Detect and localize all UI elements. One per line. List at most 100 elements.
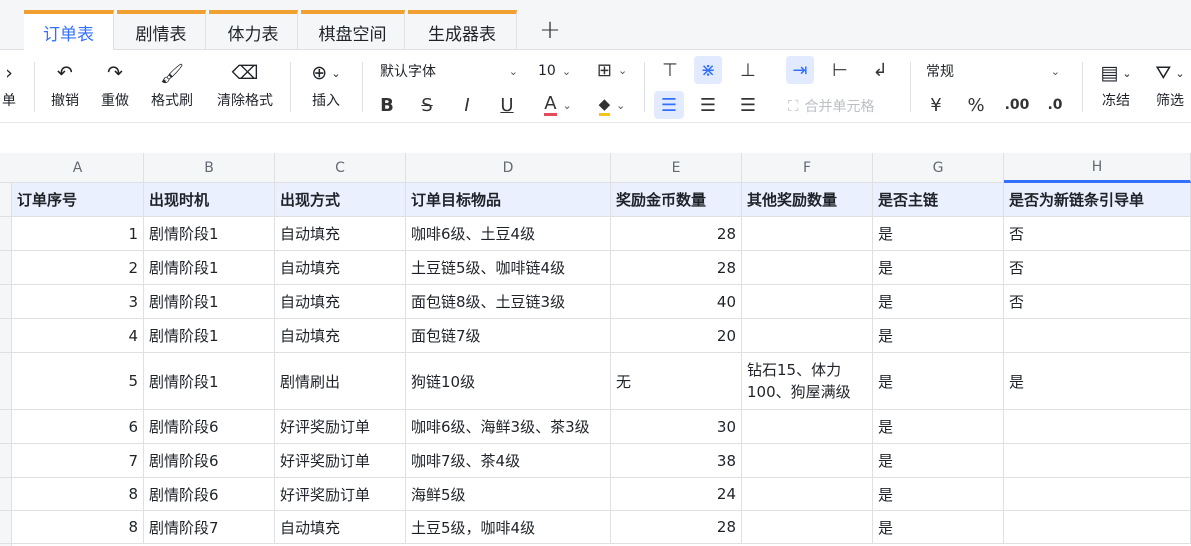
redo-button[interactable]: ↷ 重做 <box>98 60 132 110</box>
cell[interactable]: 剧情阶段1 <box>144 285 275 318</box>
decrease-decimal-button[interactable]: .0 <box>1042 91 1068 119</box>
cell[interactable]: 是 <box>873 285 1004 318</box>
cell[interactable]: 剧情阶段1 <box>144 353 275 409</box>
cell[interactable]: 是 <box>873 353 1004 409</box>
cell[interactable]: 5 <box>12 353 144 409</box>
align-top-button[interactable]: ⊤ <box>656 56 684 84</box>
column-header-g[interactable]: G <box>873 153 1004 183</box>
cell[interactable]: 咖啡6级、土豆4级 <box>406 217 611 250</box>
cell[interactable]: 否 <box>1004 251 1191 284</box>
cell[interactable]: 是 <box>873 251 1004 284</box>
cell[interactable]: 20 <box>611 319 742 352</box>
increase-decimal-button[interactable]: .00 <box>1002 91 1032 119</box>
tab-orders[interactable]: 订单表 <box>24 10 114 51</box>
strikethrough-button[interactable]: S <box>416 91 438 119</box>
column-header-a[interactable]: A <box>12 153 144 183</box>
wrap-overflow-button[interactable]: ⇥ <box>786 56 814 84</box>
cell[interactable]: 土豆5级，咖啡4级 <box>406 511 611 543</box>
cell[interactable] <box>1004 410 1191 443</box>
font-color-button[interactable]: A ⌄ <box>536 91 580 119</box>
cell[interactable]: 好评奖励订单 <box>275 444 406 477</box>
cell[interactable]: 钻石15、体力100、狗屋满级 <box>742 353 873 409</box>
underline-button[interactable]: U <box>496 91 518 119</box>
cell[interactable]: 自动填充 <box>275 285 406 318</box>
header-cell[interactable]: 订单目标物品 <box>406 183 611 216</box>
cell[interactable]: 好评奖励订单 <box>275 410 406 443</box>
cell[interactable] <box>1004 319 1191 352</box>
cell[interactable]: 自动填充 <box>275 217 406 250</box>
format-painter-button[interactable]: 🖌 格式刷 <box>148 60 196 110</box>
cell[interactable]: 1 <box>12 217 144 250</box>
add-sheet-button[interactable]: + <box>536 14 564 46</box>
cell[interactable]: 剧情刷出 <box>275 353 406 409</box>
number-format-select[interactable]: 常规 ⌄ <box>926 61 1060 81</box>
cell[interactable]: 2 <box>12 251 144 284</box>
header-cell[interactable]: 出现时机 <box>144 183 275 216</box>
cell[interactable] <box>1004 444 1191 477</box>
cell[interactable]: 是 <box>873 444 1004 477</box>
merge-cells-button[interactable]: ⛶ 合并单元格 <box>788 96 902 116</box>
align-right-button[interactable]: ☰ <box>734 91 762 119</box>
cell[interactable]: 狗链10级 <box>406 353 611 409</box>
cell[interactable]: 4 <box>12 319 144 352</box>
align-left-button[interactable]: ☰ <box>654 91 684 119</box>
insert-button[interactable]: ⊕ ⌄ 插入 <box>304 60 348 110</box>
cell[interactable]: 自动填充 <box>275 319 406 352</box>
cell[interactable]: 剧情阶段6 <box>144 410 275 443</box>
cell[interactable]: 是 <box>873 410 1004 443</box>
filter-button[interactable]: ⛛ ⌄ 筛选 <box>1150 60 1190 110</box>
cell[interactable]: 剧情阶段1 <box>144 251 275 284</box>
cell[interactable]: 剧情阶段7 <box>144 511 275 543</box>
fill-color-button[interactable]: ◆ ⌄ <box>592 91 632 119</box>
cell[interactable] <box>1004 511 1191 543</box>
font-family-select[interactable]: 默认字体 ⌄ <box>380 61 518 81</box>
header-cell[interactable]: 出现方式 <box>275 183 406 216</box>
borders-button[interactable]: ⊞ ⌄ <box>592 56 632 84</box>
cell[interactable] <box>742 217 873 250</box>
cell[interactable]: 8 <box>12 511 144 543</box>
cell[interactable]: 剧情阶段1 <box>144 319 275 352</box>
cell[interactable]: 28 <box>611 511 742 543</box>
percent-button[interactable]: % <box>964 91 988 119</box>
cell[interactable]: 6 <box>12 410 144 443</box>
font-size-select[interactable]: 10 ⌄ <box>538 61 578 81</box>
tab-story[interactable]: 剧情表 <box>117 10 206 50</box>
cell[interactable]: 面包链7级 <box>406 319 611 352</box>
column-header-d[interactable]: D <box>406 153 611 183</box>
clear-format-button[interactable]: ⌫ 清除格式 <box>214 60 276 110</box>
align-center-button[interactable]: ☰ <box>694 91 722 119</box>
cell[interactable]: 是 <box>873 217 1004 250</box>
column-header-f[interactable]: F <box>742 153 873 183</box>
column-header-e[interactable]: E <box>611 153 742 183</box>
cell[interactable]: 3 <box>12 285 144 318</box>
cell[interactable]: 咖啡6级、海鲜3级、茶3级 <box>406 410 611 443</box>
cell[interactable]: 是 <box>873 478 1004 510</box>
cell[interactable]: 剧情阶段6 <box>144 444 275 477</box>
cell[interactable]: 剧情阶段1 <box>144 217 275 250</box>
cell[interactable] <box>742 251 873 284</box>
header-cell[interactable]: 订单序号 <box>12 183 144 216</box>
cell[interactable]: 无 <box>611 353 742 409</box>
cell[interactable]: 面包链8级、土豆链3级 <box>406 285 611 318</box>
cell[interactable]: 38 <box>611 444 742 477</box>
cell[interactable]: 是 <box>1004 353 1191 409</box>
cell[interactable]: 否 <box>1004 217 1191 250</box>
cell[interactable] <box>742 319 873 352</box>
cell[interactable]: 8 <box>12 478 144 510</box>
cell[interactable]: 40 <box>611 285 742 318</box>
bold-button[interactable]: B <box>376 91 398 119</box>
tab-stamina[interactable]: 体力表 <box>209 10 298 50</box>
header-cell[interactable]: 是否为新链条引导单 <box>1004 183 1191 216</box>
cell[interactable]: 自动填充 <box>275 511 406 543</box>
cut-button[interactable]: › 单 <box>0 60 18 110</box>
cell[interactable] <box>742 511 873 543</box>
cell[interactable]: 24 <box>611 478 742 510</box>
cell[interactable]: 30 <box>611 410 742 443</box>
cell[interactable]: 土豆链5级、咖啡链4级 <box>406 251 611 284</box>
cell[interactable]: 28 <box>611 217 742 250</box>
align-middle-button[interactable]: ⋇ <box>694 56 722 84</box>
header-cell[interactable]: 其他奖励数量 <box>742 183 873 216</box>
cell[interactable] <box>742 285 873 318</box>
align-bottom-button[interactable]: ⊥ <box>734 56 762 84</box>
cell[interactable] <box>742 444 873 477</box>
